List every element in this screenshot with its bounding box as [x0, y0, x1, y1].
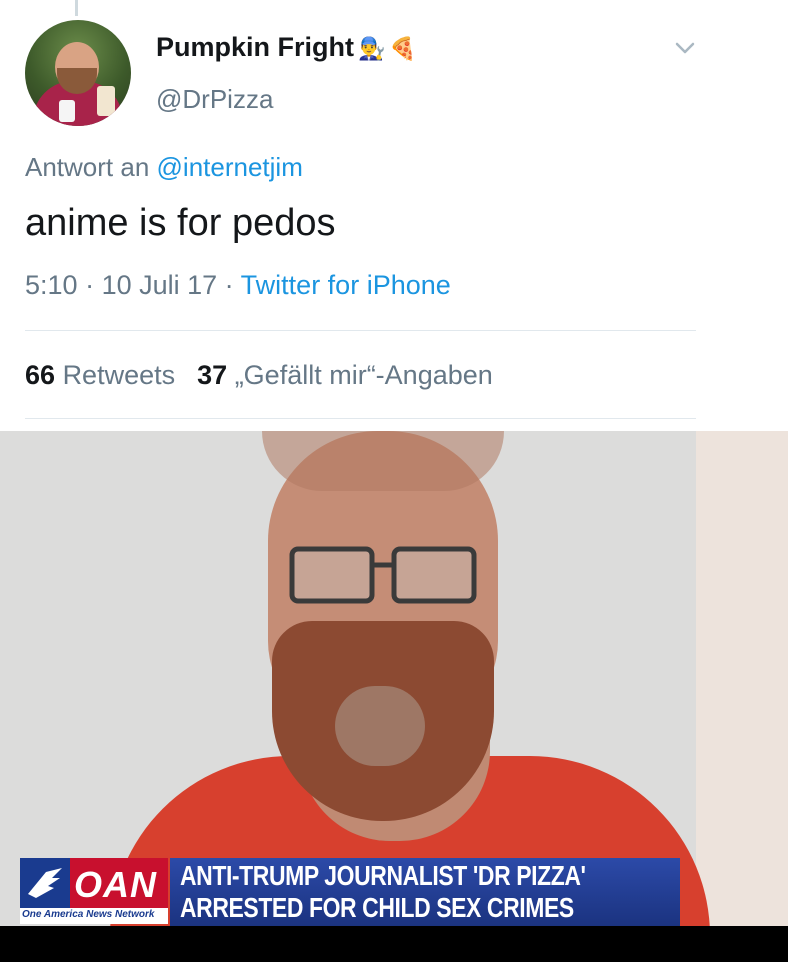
oan-logo: OAN One America News Network [20, 858, 168, 924]
tweet-source-link[interactable]: Twitter for iPhone [241, 270, 451, 300]
tweet-date: 10 Juli 17 [101, 270, 218, 300]
likes-stat[interactable]: 37 „Gefällt mir“-Angaben [197, 360, 493, 390]
thread-line [75, 0, 78, 16]
oan-network-text: One America News Network [22, 909, 155, 920]
photo-hair [262, 431, 504, 491]
tweet-stats: 66 Retweets 37 „Gefällt mir“-Angaben [25, 360, 493, 391]
divider [25, 418, 696, 419]
chevron-down-icon[interactable] [673, 36, 697, 60]
retweets-stat[interactable]: 66 Retweets [25, 360, 175, 390]
tweet-time: 5:10 [25, 270, 78, 300]
user-handle[interactable]: @DrPizza [156, 84, 273, 115]
oan-eagle-box [20, 858, 70, 908]
oan-logo-text: OAN [74, 864, 157, 905]
retweets-label: Retweets [62, 360, 176, 390]
chyron-line-1: ANTI-TRUMP JOURNALIST 'DR PIZZA' [180, 860, 586, 891]
bottom-black-bar [0, 926, 788, 962]
reply-mention-link[interactable]: @internetjim [157, 152, 303, 182]
pizza-emoji-icon: 🍕 [389, 35, 417, 61]
photo-wall [696, 431, 788, 926]
tweet-text: anime is for pedos [25, 202, 336, 244]
avatar-cup-small [59, 100, 75, 122]
tweet-meta: 5:10 · 10 Juli 17 · Twitter for iPhone [25, 270, 451, 300]
retweets-count: 66 [25, 360, 56, 390]
photo-goatee [335, 686, 425, 766]
likes-label: „Gefällt mir“-Angaben [234, 360, 493, 390]
mechanic-emoji-icon: 👨‍🔧 [358, 35, 386, 61]
chyron-line-2: ARRESTED FOR CHILD SEX CRIMES [180, 892, 574, 923]
likes-count: 37 [197, 360, 228, 390]
news-photo [0, 431, 788, 926]
reply-context: Antwort an @internetjim [25, 152, 303, 183]
avatar[interactable] [25, 20, 131, 126]
divider [25, 330, 696, 331]
avatar-cup [97, 86, 115, 116]
news-chyron: ANTI-TRUMP JOURNALIST 'DR PIZZA' ARRESTE… [170, 858, 680, 926]
glasses-icon [289, 546, 477, 604]
eagle-icon [28, 868, 62, 898]
reply-prefix: Antwort an [25, 152, 150, 182]
display-name-text: Pumpkin Fright [156, 32, 354, 62]
display-name[interactable]: Pumpkin Fright 👨‍🔧 🍕 [156, 32, 417, 63]
